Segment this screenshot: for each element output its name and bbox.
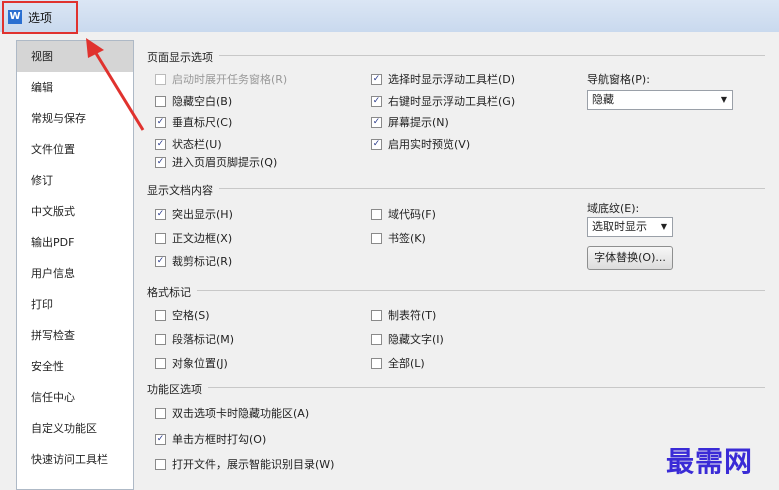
section-title-page-display: 页面显示选项 xyxy=(147,49,219,65)
option-highlight[interactable]: ✓ 突出显示(H) xyxy=(155,206,233,222)
dropdown-arrow-icon: ▼ xyxy=(720,95,727,104)
option-expand-task-pane[interactable]: 启动时展开任务窗格(R) xyxy=(155,71,287,87)
checkbox-icon[interactable] xyxy=(155,309,166,321)
checkbox-checked-icon[interactable]: ✓ xyxy=(371,95,382,107)
sidebar-item-user-info[interactable]: 用户信息 xyxy=(17,258,133,289)
checkbox-icon[interactable] xyxy=(155,407,166,419)
sidebar-item-quick-access[interactable]: 快速访问工具栏 xyxy=(17,444,133,475)
checkbox-checked-icon[interactable]: ✓ xyxy=(371,116,382,128)
option-hide-whitespace[interactable]: 隐藏空白(B) xyxy=(155,93,232,109)
checkbox-icon[interactable] xyxy=(371,208,382,220)
option-click-box-check[interactable]: ✓ 单击方框时打勾(O) xyxy=(155,431,266,447)
sidebar-item-view[interactable]: 视图 xyxy=(17,41,133,72)
sidebar-item-chinese-layout[interactable]: 中文版式 xyxy=(17,196,133,227)
option-live-preview[interactable]: ✓ 启用实时预览(V) xyxy=(371,136,470,152)
divider xyxy=(147,188,765,189)
option-header-footer-tip[interactable]: ✓ 进入页眉页脚提示(Q) xyxy=(155,154,277,170)
checkbox-icon[interactable] xyxy=(371,357,382,369)
checkbox-icon[interactable] xyxy=(155,333,166,345)
sidebar-item-edit[interactable]: 编辑 xyxy=(17,72,133,103)
checkbox-checked-icon[interactable]: ✓ xyxy=(155,255,166,267)
field-shading-label: 域底纹(E): xyxy=(587,202,640,215)
sidebar-item-export-pdf[interactable]: 输出PDF xyxy=(17,227,133,258)
nav-pane-label: 导航窗格(P): xyxy=(587,73,650,86)
dropdown-arrow-icon: ▼ xyxy=(660,222,667,231)
checkbox-icon[interactable] xyxy=(155,232,166,244)
section-title-doc-content: 显示文档内容 xyxy=(147,182,219,198)
sidebar-item-spell-check[interactable]: 拼写检查 xyxy=(17,320,133,351)
highlight-box xyxy=(2,1,78,34)
sidebar-item-security[interactable]: 安全性 xyxy=(17,351,133,382)
sidebar-item-trust-center[interactable]: 信任中心 xyxy=(17,382,133,413)
checkbox-checked-icon[interactable]: ✓ xyxy=(371,138,382,150)
font-substitution-button[interactable]: 字体替换(O)... xyxy=(587,246,673,270)
option-text-boundary[interactable]: 正文边框(X) xyxy=(155,230,232,246)
option-smart-toc[interactable]: 打开文件，展示智能识别目录(W) xyxy=(155,456,334,472)
divider xyxy=(147,290,765,291)
option-crop-marks[interactable]: ✓ 裁剪标记(R) xyxy=(155,253,232,269)
nav-pane-select[interactable]: 隐藏 ▼ xyxy=(587,90,733,110)
sidebar-item-customize-ribbon[interactable]: 自定义功能区 xyxy=(17,413,133,444)
section-title-ribbon: 功能区选项 xyxy=(147,381,208,397)
option-spaces[interactable]: 空格(S) xyxy=(155,307,210,323)
checkbox-icon[interactable] xyxy=(155,458,166,470)
checkbox-checked-icon[interactable]: ✓ xyxy=(155,208,166,220)
checkbox-checked-icon[interactable]: ✓ xyxy=(371,73,382,85)
field-shading-select[interactable]: 选取时显示 ▼ xyxy=(587,217,673,237)
checkbox-checked-icon[interactable]: ✓ xyxy=(155,433,166,445)
checkbox-checked-icon[interactable]: ✓ xyxy=(155,156,166,168)
checkbox-icon[interactable] xyxy=(155,73,166,85)
option-object-anchors[interactable]: 对象位置(J) xyxy=(155,355,228,371)
checkbox-icon[interactable] xyxy=(155,95,166,107)
checkbox-icon[interactable] xyxy=(371,333,382,345)
option-vertical-ruler[interactable]: ✓ 垂直标尺(C) xyxy=(155,114,232,130)
sidebar-item-file-location[interactable]: 文件位置 xyxy=(17,134,133,165)
checkbox-checked-icon[interactable]: ✓ xyxy=(155,138,166,150)
option-status-bar[interactable]: ✓ 状态栏(U) xyxy=(155,136,222,152)
sidebar-item-print[interactable]: 打印 xyxy=(17,289,133,320)
option-field-codes[interactable]: 域代码(F) xyxy=(371,206,436,222)
option-bookmarks[interactable]: 书签(K) xyxy=(371,230,426,246)
checkbox-icon[interactable] xyxy=(371,232,382,244)
checkbox-checked-icon[interactable]: ✓ xyxy=(155,116,166,128)
divider xyxy=(147,387,765,388)
option-screen-tips[interactable]: ✓ 屏幕提示(N) xyxy=(371,114,449,130)
section-title-format-marks: 格式标记 xyxy=(147,284,197,300)
checkbox-icon[interactable] xyxy=(155,357,166,369)
sidebar-item-revision[interactable]: 修订 xyxy=(17,165,133,196)
options-panel: 页面显示选项 启动时展开任务窗格(R) 隐藏空白(B) ✓ 垂直标尺(C) ✓ 状态… xyxy=(141,40,771,490)
option-float-toolbar-rightclick[interactable]: ✓ 右键时显示浮动工具栏(G) xyxy=(371,93,515,109)
option-paragraph-marks[interactable]: 段落标记(M) xyxy=(155,331,234,347)
divider xyxy=(147,55,765,56)
option-dblclick-hide-ribbon[interactable]: 双击选项卡时隐藏功能区(A) xyxy=(155,405,309,421)
option-tab-characters[interactable]: 制表符(T) xyxy=(371,307,436,323)
title-bar: W 选项 xyxy=(0,0,779,32)
option-all-marks[interactable]: 全部(L) xyxy=(371,355,425,371)
checkbox-icon[interactable] xyxy=(371,309,382,321)
sidebar: 视图 编辑 常规与保存 文件位置 修订 中文版式 输出PDF 用户信息 打印 拼… xyxy=(16,40,134,490)
option-float-toolbar-select[interactable]: ✓ 选择时显示浮动工具栏(D) xyxy=(371,71,515,87)
option-hidden-text[interactable]: 隐藏文字(I) xyxy=(371,331,444,347)
watermark-text: 最需网 xyxy=(666,445,754,478)
sidebar-item-general-save[interactable]: 常规与保存 xyxy=(17,103,133,134)
